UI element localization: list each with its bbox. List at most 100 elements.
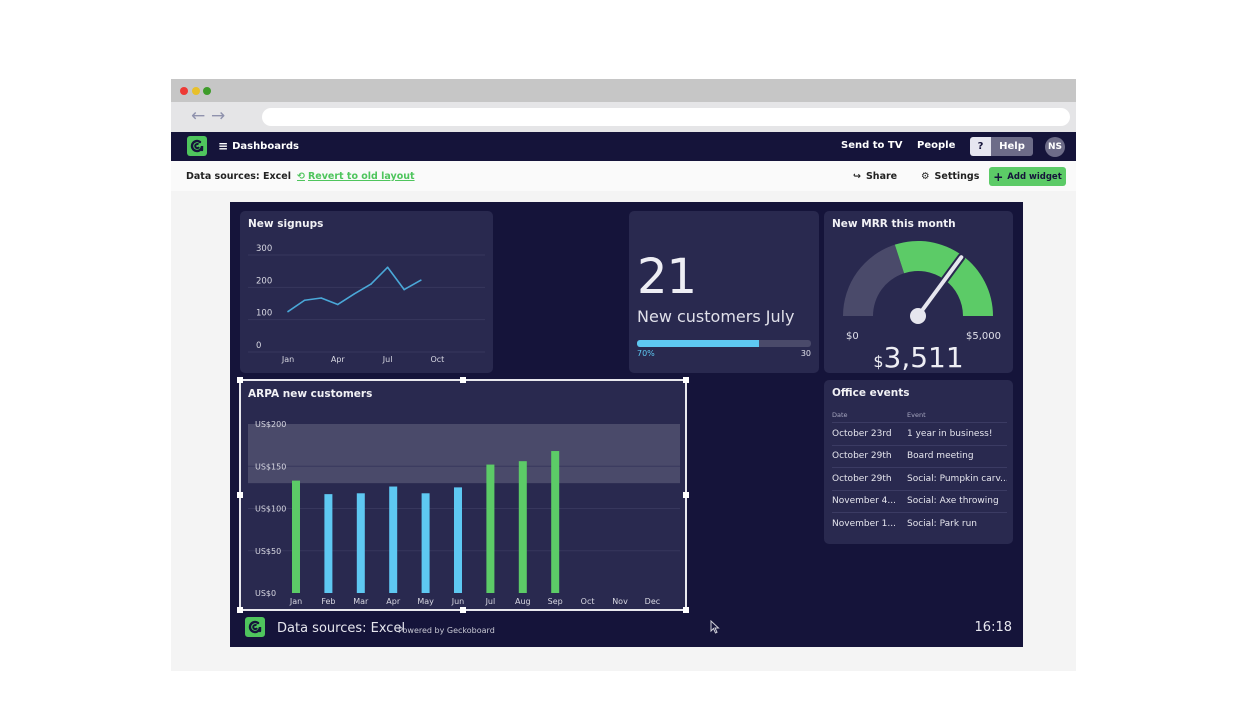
data-point [370, 283, 372, 285]
dashboards-menu-button[interactable]: ≡ Dashboards [218, 139, 299, 153]
data-point [337, 303, 339, 306]
event-row: October 23rd 1 year in business! [832, 423, 1007, 446]
share-label: Share [865, 171, 898, 182]
gauge-needle-pivot [910, 308, 926, 324]
event-name: Social: Pumpkin carv... [907, 473, 1007, 484]
kpi-goal: 30 [800, 349, 811, 358]
help-question-icon: ? [970, 137, 991, 156]
send-to-tv-link[interactable]: Send to TV [841, 140, 902, 151]
y-tick-label: 0 [256, 341, 261, 351]
gear-icon: ⚙ [921, 171, 930, 182]
powered-by-label: Powered by Geckoboard [398, 626, 495, 635]
signups-series-line [287, 266, 422, 313]
x-tick-label: Oct [430, 355, 444, 364]
clock: 16:18 [974, 620, 1012, 635]
data-point [303, 299, 306, 302]
event-name: Board meeting [907, 451, 974, 462]
widget-office-events[interactable]: Office events Date Event October 23rd 1 y… [824, 380, 1013, 544]
widget-selection-frame [237, 377, 689, 613]
event-row: November 4... Social: Axe throwing [832, 491, 1007, 513]
signups-line-chart: 0 100 200 300 Jan Apr Jul Oct [248, 244, 485, 364]
event-date: October 23rd [832, 428, 892, 439]
settings-label: Settings [934, 171, 980, 182]
kpi-value: 21 [637, 249, 697, 305]
data-point [420, 279, 422, 282]
app-header: ≡ Dashboards Send to TV People ? Help NS [171, 132, 1076, 161]
widget-title: Office events [832, 387, 910, 399]
currency-symbol: $ [873, 352, 884, 371]
footer-geckoboard-logo-icon [245, 617, 265, 637]
resize-handle-s[interactable] [460, 607, 466, 613]
people-link[interactable]: People [917, 140, 955, 151]
plus-icon: + [993, 169, 1004, 184]
help-button[interactable]: ? Help [970, 137, 1033, 156]
dashboard-toolbar: Data sources: Excel ⟲ Revert to old layo… [171, 161, 1076, 191]
header-event: Event [907, 411, 926, 419]
browser-window: ← → ≡ Dashboards Send to TV People ? Hel… [171, 79, 1076, 671]
footer-data-sources: Data sources: Excel [277, 621, 406, 636]
share-icon: ↪ [853, 171, 861, 182]
header-date: Date [832, 411, 848, 419]
data-point [287, 310, 289, 313]
data-point [403, 288, 405, 291]
kpi-progress-track [637, 340, 811, 347]
user-avatar[interactable]: NS [1045, 137, 1065, 157]
add-widget-label: Add widget [1007, 171, 1062, 182]
resize-handle-n[interactable] [460, 377, 466, 383]
event-name: Social: Park run [907, 519, 977, 530]
resize-handle-e[interactable] [683, 492, 689, 498]
event-date: October 29th [832, 451, 892, 462]
revert-label: Revert to old layout [307, 171, 415, 182]
resize-handle-sw[interactable] [237, 607, 243, 613]
data-point [320, 297, 322, 299]
maximize-window-button[interactable] [203, 87, 211, 95]
widget-new-mrr[interactable]: New MRR this month $0 $5,000 $3,511 [824, 211, 1013, 374]
x-tick-label: Jul [382, 355, 393, 364]
widget-new-signups[interactable]: New signups 0 100 200 300 Jan Apr Jul Oct [240, 211, 493, 373]
share-button[interactable]: ↪ Share [853, 171, 897, 182]
event-row: October 29th Social: Pumpkin carv... [832, 468, 1007, 491]
kpi-progress-label: 70% [637, 349, 655, 358]
data-point [353, 293, 356, 295]
event-date: November 1... [832, 519, 896, 530]
browser-titlebar [171, 79, 1076, 102]
resize-handle-w[interactable] [237, 492, 243, 498]
add-widget-button[interactable]: + Add widget [989, 167, 1066, 186]
kpi-label: New customers July [637, 307, 795, 326]
dashboard-canvas: New signups 0 100 200 300 Jan Apr Jul Oct 21 Ne… [230, 202, 1023, 647]
gauge-value: $3,511 [824, 341, 1013, 374]
event-row: November 1... Social: Park run [832, 513, 1007, 536]
dashboards-label: Dashboards [232, 140, 300, 152]
event-name: Social: Axe throwing [907, 496, 999, 507]
gauge-arc-gray [843, 244, 905, 316]
minimize-window-button[interactable] [192, 87, 200, 95]
revert-layout-link[interactable]: ⟲ Revert to old layout [297, 171, 415, 182]
gauge-value-number: 3,511 [883, 341, 964, 374]
settings-button[interactable]: ⚙ Settings [921, 171, 979, 182]
url-input[interactable] [262, 108, 1070, 126]
close-window-button[interactable] [180, 87, 188, 95]
event-date: October 29th [832, 473, 892, 484]
resize-handle-se[interactable] [683, 607, 689, 613]
events-table: Date Event October 23rd 1 year in busines… [832, 408, 1007, 536]
event-date: November 4... [832, 496, 896, 507]
events-table-header: Date Event [832, 408, 1007, 423]
data-point [386, 266, 389, 269]
x-tick-label: Apr [331, 355, 346, 364]
forward-icon[interactable]: → [211, 105, 225, 127]
resize-handle-ne[interactable] [683, 377, 689, 383]
event-name: 1 year in business! [907, 428, 993, 439]
mouse-cursor-icon [710, 620, 720, 634]
address-bar-area: ← → [171, 102, 1076, 132]
y-tick-label: 300 [256, 244, 272, 254]
x-tick-label: Jan [281, 355, 294, 364]
resize-handle-nw[interactable] [237, 377, 243, 383]
widget-new-customers[interactable]: 21 New customers July 70% 30 [629, 211, 819, 373]
y-tick-label: 200 [256, 276, 272, 286]
event-row: October 29th Board meeting [832, 446, 1007, 468]
y-tick-label: 100 [256, 309, 272, 319]
kpi-progress-fill [637, 340, 759, 347]
hamburger-icon: ≡ [218, 139, 229, 153]
back-icon[interactable]: ← [191, 105, 205, 127]
geckoboard-logo-icon[interactable] [187, 136, 207, 156]
